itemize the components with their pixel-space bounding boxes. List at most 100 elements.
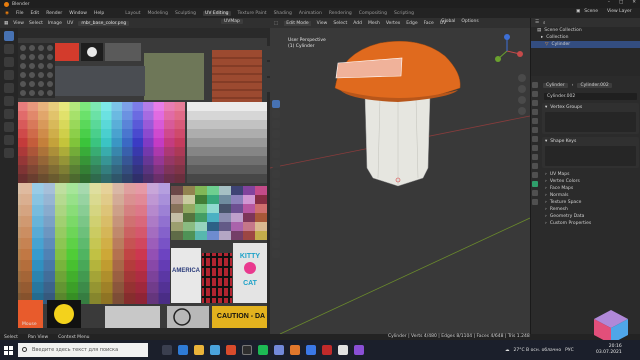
physics-tab-icon[interactable] — [532, 163, 538, 169]
vp-measure-tool-icon[interactable] — [272, 170, 280, 178]
minimize-icon[interactable]: – — [608, 0, 610, 5]
tab-compositing[interactable]: Compositing — [359, 11, 387, 16]
vp-menu-face[interactable]: Face — [424, 21, 434, 26]
select-tool-icon[interactable] — [4, 31, 14, 41]
output-tab-icon[interactable] — [532, 100, 538, 106]
pan-icon[interactable] — [518, 85, 526, 93]
object-name[interactable]: Cylinder — [543, 82, 568, 88]
mesh-name[interactable]: Cylinder.002 — [577, 82, 612, 88]
tab-modeling[interactable]: Modeling — [148, 11, 168, 16]
vp-bevel-tool-icon[interactable] — [272, 200, 280, 208]
store-icon[interactable] — [210, 345, 220, 355]
shape-keys-list[interactable] — [545, 146, 636, 166]
vp-annotate-tool-icon[interactable] — [272, 160, 280, 168]
section-custom-properties[interactable]: › Custom Properties — [542, 220, 639, 227]
modifier-tab-icon[interactable] — [532, 145, 538, 151]
move-tool-icon[interactable] — [4, 57, 14, 67]
pinch-tool-icon[interactable] — [4, 148, 14, 158]
tab-animation[interactable]: Animation — [299, 11, 322, 16]
tab-scripting[interactable]: Scripting — [394, 11, 414, 16]
menu-help[interactable]: Help — [94, 11, 104, 16]
section-vertex-colors[interactable]: › Vertex Colors — [542, 178, 639, 185]
image-name-field[interactable]: mbr_base_color.png — [78, 20, 130, 26]
scene-selector[interactable]: ▣ Scene — [576, 9, 598, 14]
uv-tab-tool[interactable] — [265, 46, 270, 60]
vp-cursor-tool-icon[interactable] — [272, 110, 280, 118]
relax-tool-icon[interactable] — [4, 135, 14, 145]
tab-shading[interactable]: Shading — [274, 11, 292, 16]
uv-menu-uv[interactable]: UV — [67, 21, 73, 26]
uv-menu-image[interactable]: Image — [48, 21, 62, 26]
spotify-icon[interactable] — [258, 345, 268, 355]
section-face-maps[interactable]: › Face Maps — [542, 185, 639, 192]
section-geometry-data[interactable]: › Geometry Data — [542, 213, 639, 220]
tab-uv-editing[interactable]: UV Editing — [203, 10, 231, 16]
grab-tool-icon[interactable] — [4, 122, 14, 132]
menu-render[interactable]: Render — [46, 11, 62, 16]
start-button[interactable] — [0, 340, 16, 360]
mesh-data-field[interactable]: Cylinder.002 — [544, 93, 637, 100]
viewport-type-icon[interactable]: ⬚ — [274, 21, 278, 26]
options-menu[interactable]: Options — [461, 19, 478, 24]
transform-tool-icon[interactable] — [4, 96, 14, 106]
rotate-tool-icon[interactable] — [4, 70, 14, 80]
vp-extrude-tool-icon[interactable] — [272, 180, 280, 188]
texture-image[interactable]: AMERICA KITTY CAT CAUTION - DA — [9, 38, 267, 328]
uv-menu-select[interactable]: Select — [29, 21, 43, 26]
vp-transform-tool-icon[interactable] — [272, 150, 280, 158]
notepad-icon[interactable] — [338, 345, 348, 355]
vp-inset-tool-icon[interactable] — [272, 190, 280, 198]
office-icon[interactable] — [226, 345, 236, 355]
language-indicator[interactable]: РУС — [565, 348, 574, 353]
blender-taskbar-icon[interactable] — [290, 345, 300, 355]
y-axis-icon[interactable] — [495, 56, 501, 62]
outliner-row-collection[interactable]: ▸ Collection — [531, 34, 640, 41]
vp-select-tool-icon[interactable] — [272, 100, 280, 108]
vp-move-tool-icon[interactable] — [272, 120, 280, 128]
vp-polybuild-tool-icon[interactable] — [272, 230, 280, 238]
task-view-icon[interactable] — [162, 345, 172, 355]
uv-tab-image[interactable] — [265, 62, 270, 76]
navigation-gizmo[interactable] — [488, 32, 526, 70]
file-explorer-icon[interactable] — [194, 345, 204, 355]
maximize-icon[interactable]: □ — [619, 0, 623, 5]
vp-menu-add[interactable]: Add — [353, 21, 362, 26]
section-uv-maps[interactable]: › UV Maps — [542, 171, 639, 178]
outliner-row-scene-collection[interactable]: ▤ Scene Collection — [531, 27, 640, 34]
tab-layout[interactable]: Layout — [125, 11, 140, 16]
uv-tab-view[interactable] — [265, 78, 270, 92]
tab-texture-paint[interactable]: Texture Paint — [238, 11, 267, 16]
tab-rendering[interactable]: Rendering — [329, 11, 352, 16]
uv-menu-view[interactable]: View — [13, 21, 24, 26]
constraints-tab-icon[interactable] — [532, 172, 538, 178]
outliner-row-cylinder[interactable]: ▽ Cylinder — [531, 41, 640, 48]
section-texture-space[interactable]: › Texture Space — [542, 199, 639, 206]
vp-menu-mesh[interactable]: Mesh — [368, 21, 380, 26]
taskbar-search[interactable]: Введите здесь текст для поиска — [18, 343, 148, 357]
scale-tool-icon[interactable] — [4, 83, 14, 93]
menu-edit[interactable]: Edit — [30, 11, 39, 16]
z-axis-icon[interactable] — [504, 34, 510, 40]
chrome-icon[interactable] — [306, 345, 316, 355]
weather-text[interactable]: 27°C В осн. облачно — [514, 348, 562, 353]
vp-smooth-tool-icon[interactable] — [272, 250, 280, 258]
taskbar-clock[interactable]: 20:16 03.07.2021 — [596, 344, 622, 356]
vertex-groups-header[interactable]: ▾ Vertex Groups — [545, 105, 636, 110]
scene-tab-icon[interactable] — [532, 118, 538, 124]
mode-selector[interactable]: Edit Mode — [284, 20, 311, 26]
cursor-tool-icon[interactable] — [4, 44, 14, 54]
zoom-icon[interactable] — [518, 74, 526, 82]
uv-editor-type-icon[interactable]: ▦ — [4, 21, 8, 26]
vp-spin-tool-icon[interactable] — [272, 240, 280, 248]
close-icon[interactable]: ✕ — [632, 0, 636, 5]
orientation-selector[interactable]: Global — [441, 19, 455, 24]
perspective-toggle-icon[interactable] — [518, 107, 526, 115]
outliner-type-icon[interactable]: ☰ — [535, 20, 539, 25]
particles-tab-icon[interactable] — [532, 154, 538, 160]
vp-menu-edge[interactable]: Edge — [406, 21, 417, 26]
texture-tab-icon[interactable] — [532, 199, 538, 205]
render-tab-icon[interactable] — [532, 91, 538, 97]
edge-browser-icon[interactable] — [178, 345, 188, 355]
menu-file[interactable]: File — [16, 11, 24, 16]
vp-scale-tool-icon[interactable] — [272, 140, 280, 148]
